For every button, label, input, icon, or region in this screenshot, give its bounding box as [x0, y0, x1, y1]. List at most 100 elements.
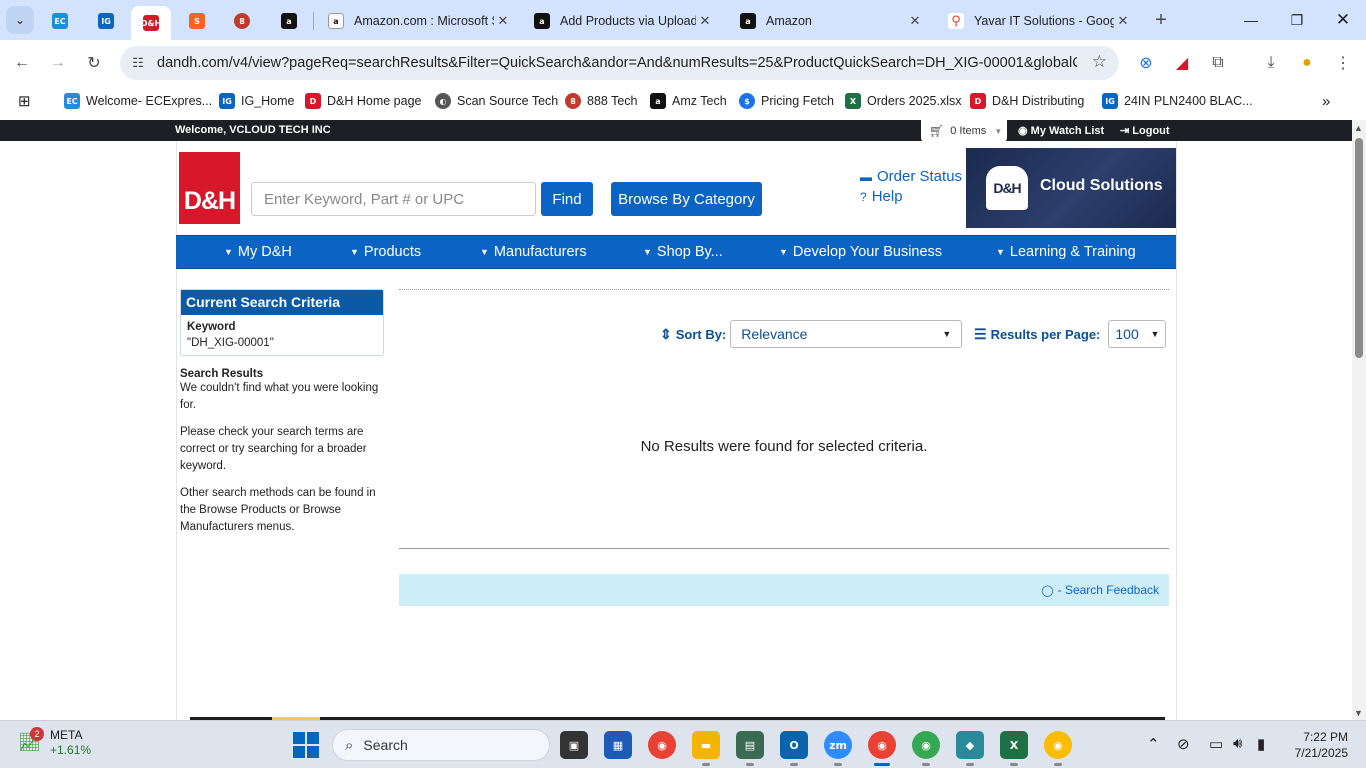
chrome-profile-icon[interactable]: ◉	[868, 731, 896, 766]
minimize-button[interactable]: —	[1228, 0, 1274, 40]
logout-link[interactable]: ⇥ Logout	[1120, 124, 1170, 137]
pinned-tab-amazon[interactable]: a	[269, 6, 309, 36]
display-icon[interactable]: ▭	[1209, 735, 1223, 753]
bookmark-item[interactable]: EC Welcome- ECExpres...	[64, 91, 212, 111]
maximize-button[interactable]: ❐	[1274, 0, 1320, 40]
nav-shop-by[interactable]: ▼ Shop By...	[643, 244, 723, 260]
scroll-up-icon[interactable]: ▲	[1354, 123, 1363, 133]
nav-products[interactable]: ▼ Products	[350, 244, 421, 260]
menu-icon[interactable]: ⋮	[1329, 49, 1357, 77]
nav-label: Develop Your Business	[792, 244, 943, 260]
apps-grid-icon[interactable]: ⊞	[18, 91, 31, 111]
close-icon[interactable]: ✕	[906, 13, 924, 29]
profile-avatar[interactable]: ●	[1293, 49, 1321, 77]
more-bookmarks-icon[interactable]: »	[1322, 91, 1330, 111]
sort-select[interactable]: Relevance ▼	[730, 320, 963, 348]
search-feedback-link[interactable]: ◯ - Search Feedback	[1041, 583, 1159, 597]
pinned-tab-ig[interactable]: IG	[86, 6, 126, 36]
extensions-puzzle-icon[interactable]: ⧉	[1204, 49, 1232, 77]
results-per-page-select[interactable]: 100 ▼	[1108, 320, 1167, 348]
site-info-icon[interactable]: ☷	[128, 53, 148, 73]
forward-button[interactable]: →	[44, 49, 72, 77]
extension-icon[interactable]: ⊗	[1132, 49, 1160, 77]
pinned-tab-888[interactable]: 8	[222, 6, 262, 36]
clock[interactable]: 7:22 PM 7/21/2025	[1286, 729, 1348, 761]
bookmark-item[interactable]: 8 888 Tech	[565, 91, 638, 111]
nav-my-dh[interactable]: ▼ My D&H	[224, 244, 292, 260]
battery-icon[interactable]: ▮	[1257, 735, 1265, 753]
scroll-down-icon[interactable]: ▼	[1354, 708, 1363, 718]
help-link[interactable]: ? Help	[860, 188, 903, 205]
watch-list-link[interactable]: ◉ My Watch List	[1018, 124, 1104, 137]
close-icon[interactable]: ✕	[696, 13, 714, 29]
stock-change: +1.61%	[50, 743, 92, 757]
find-button[interactable]: Find	[541, 182, 593, 216]
url-text[interactable]: dandh.com/v4/view?pageReq=searchResults&…	[157, 55, 1077, 71]
nav-manufacturers[interactable]: ▼ Manufacturers	[480, 244, 587, 260]
file-explorer-icon[interactable]: ▬	[692, 731, 720, 766]
volume-icon[interactable]: 🔊︎	[1233, 735, 1242, 752]
pdf-extension-icon[interactable]: ◢	[1168, 49, 1196, 77]
page-border-right	[1176, 141, 1177, 720]
excel-icon[interactable]: X	[1000, 731, 1028, 766]
nav-develop-business[interactable]: ▼ Develop Your Business	[779, 244, 942, 260]
back-button[interactable]: ←	[8, 49, 36, 77]
address-bar[interactable]: ☷ dandh.com/v4/view?pageReq=searchResult…	[120, 46, 1119, 80]
nav-learning-training[interactable]: ▼ Learning & Training	[996, 244, 1136, 260]
new-tab-button[interactable]: +	[1147, 6, 1175, 34]
bookmark-item[interactable]: $ Pricing Fetch	[739, 91, 834, 111]
tab-search-icon[interactable]: ⌄	[6, 6, 34, 34]
dh-logo[interactable]: D&H	[179, 152, 240, 224]
network-offline-icon[interactable]: ⊘	[1177, 735, 1190, 753]
browse-by-category-button[interactable]: Browse By Category	[611, 182, 762, 216]
tab-amazon[interactable]: a Amazon ✕	[730, 6, 934, 36]
bookmark-item[interactable]: IG 24IN PLN2400 BLAC...	[1102, 91, 1253, 111]
close-icon[interactable]: ✕	[1114, 13, 1132, 29]
chrome-profile-3-icon[interactable]: ◉	[1044, 731, 1072, 766]
pinned-tab-scansource[interactable]: S	[177, 6, 217, 36]
page-scrollbar[interactable]: ▲ ▼	[1352, 120, 1366, 720]
chrome-icon[interactable]: ◉	[648, 731, 676, 759]
stock-widget[interactable]: 📈︎ 2 META +1.61%	[18, 727, 92, 758]
dh-icon: D	[970, 93, 986, 109]
keyword-value: "DH_XIG-00001"	[187, 337, 274, 349]
app-icon[interactable]: ◆	[956, 731, 984, 766]
start-button[interactable]	[293, 732, 319, 758]
bookmark-item[interactable]: D D&H Distributing	[970, 91, 1084, 111]
scrollbar-thumb[interactable]	[1355, 138, 1363, 358]
close-icon[interactable]: ✕	[494, 13, 512, 29]
order-status-link[interactable]: ▬ Order Status	[860, 168, 962, 185]
outlook-icon[interactable]: O	[780, 731, 808, 766]
running-indicator	[1054, 763, 1062, 766]
bookmark-item[interactable]: IG IG_Home	[219, 91, 295, 111]
reload-button[interactable]: ↻	[80, 49, 108, 77]
chrome-profile-2-icon[interactable]: ◉	[912, 731, 940, 766]
tab-yavar[interactable]: ⚲ Yavar IT Solutions - Goog ✕	[938, 6, 1142, 36]
chevron-up-icon[interactable]: ⌃	[1147, 735, 1160, 753]
pinned-tab-ec[interactable]: EC	[40, 6, 80, 36]
nav-label: Shop By...	[656, 244, 723, 260]
task-view-icon[interactable]: ▣	[560, 731, 588, 759]
bookmark-item[interactable]: D D&H Home page	[305, 91, 422, 111]
download-icon[interactable]: ⤓	[1257, 49, 1285, 77]
pinned-tab-dh[interactable]: D&H	[131, 6, 171, 40]
close-window-button[interactable]: ✕	[1320, 0, 1366, 40]
scansource-icon: S	[189, 13, 205, 29]
zoom-icon[interactable]: zm	[824, 731, 852, 766]
bookmark-item[interactable]: ◐ Scan Source Tech	[435, 91, 558, 111]
bookmark-item[interactable]: X Orders 2025.xlsx	[845, 91, 961, 111]
tab-add-products[interactable]: a Add Products via Upload: ✕	[524, 6, 724, 36]
bookmark-item[interactable]: a Amz Tech	[650, 91, 727, 111]
taskbar-search[interactable]: ⌕ Search	[332, 729, 550, 761]
search-input[interactable]	[251, 182, 536, 216]
bookmarks-bar: ⊞ EC Welcome- ECExpres... IG IG_Home D D&H …	[0, 86, 1366, 116]
bookmark-star-icon[interactable]: ☆	[1092, 52, 1107, 72]
tab-amazon-microsoft[interactable]: a Amazon.com : Microsoft S ✕	[318, 6, 522, 36]
browser-toolbar: ← → ↻ ☷ dandh.com/v4/view?pageReq=search…	[0, 40, 1366, 86]
cloud-solutions-banner[interactable]: D&H Cloud Solutions	[966, 148, 1176, 228]
cart-dropdown[interactable]: 🛒︎ 0 Items ▼	[921, 120, 1007, 142]
order-status-label: Order Status	[877, 168, 963, 185]
store-icon[interactable]: ▦	[604, 731, 632, 759]
calculator-icon[interactable]: ▤	[736, 731, 764, 766]
tab-separator	[313, 12, 314, 30]
